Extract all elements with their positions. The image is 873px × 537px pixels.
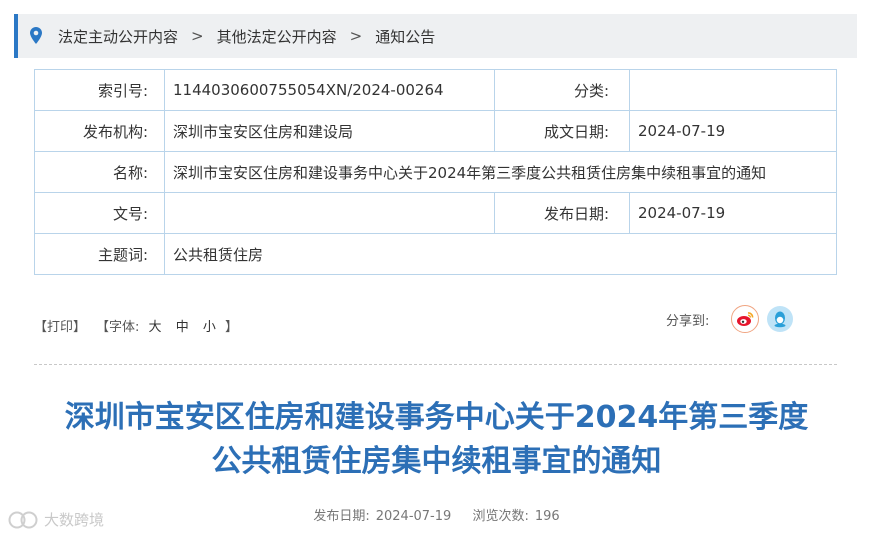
name-value: 深圳市宝安区住房和建设事务中心关于2024年第三季度公共租赁住房集中续租事宜的通… <box>164 151 837 193</box>
subject-label: 主题词: <box>34 233 165 275</box>
subject-value: 公共租赁住房 <box>164 233 837 275</box>
breadcrumb-item-other-content[interactable]: 其他法定公开内容 <box>217 26 337 47</box>
article-info: 发布日期: 2024-07-19 浏览次数: 196 <box>0 505 873 524</box>
location-pin-icon <box>30 27 44 45</box>
category-value <box>629 69 837 111</box>
views-label: 浏览次数: <box>472 509 529 524</box>
qq-icon[interactable] <box>767 306 794 332</box>
article-title-line1: 深圳市宝安区住房和建设事务中心关于2024年第三季度 <box>64 400 809 435</box>
font-size-prefix: 【字体: <box>96 319 140 335</box>
print-button[interactable]: 【打印】 <box>34 316 86 335</box>
publisher-value: 深圳市宝安区住房和建设局 <box>164 110 495 152</box>
chevron-right-icon: > <box>191 27 204 45</box>
document-meta-table: 索引号: 1144030600755054XN/2024-00264 分类: 发… <box>34 69 837 275</box>
article-date-label: 发布日期: <box>313 509 370 524</box>
index-label: 索引号: <box>34 69 165 111</box>
table-row: 发布机构: 深圳市宝安区住房和建设局 成文日期: 2024-07-19 <box>34 110 837 152</box>
font-medium-button[interactable]: 中 <box>176 320 189 335</box>
views-value: 196 <box>534 509 560 524</box>
article-title-line2: 公共租赁住房集中续租事宜的通知 <box>211 444 662 479</box>
chevron-right-icon: > <box>349 27 363 45</box>
publisher-label: 发布机构: <box>34 110 165 152</box>
pub-date-label: 发布日期: <box>494 192 630 234</box>
pub-date-value: 2024-07-19 <box>629 192 837 234</box>
name-label: 名称: <box>34 151 165 193</box>
table-row: 索引号: 1144030600755054XN/2024-00264 分类: <box>34 69 837 111</box>
made-date-value: 2024-07-19 <box>629 110 837 152</box>
watermark: 大数跨境 <box>8 509 104 530</box>
font-large-button[interactable]: 大 <box>149 320 162 335</box>
share-label: 分享到: <box>666 313 710 329</box>
article-date-value: 2024-07-19 <box>375 509 452 524</box>
article-title: 深圳市宝安区住房和建设事务中心关于2024年第三季度 公共租赁住房集中续租事宜的… <box>0 396 873 484</box>
breadcrumb-item-active-content[interactable]: 法定主动公开内容 <box>58 26 178 47</box>
doc-no-value <box>164 192 495 234</box>
table-row: 主题词: 公共租赁住房 <box>34 233 837 275</box>
made-date-label: 成文日期: <box>494 110 630 152</box>
category-label: 分类: <box>494 69 630 111</box>
doc-no-label: 文号: <box>34 192 165 234</box>
font-small-button[interactable]: 小 <box>203 320 216 335</box>
watermark-text: 大数跨境 <box>44 511 105 529</box>
font-size-controls: 【字体: 大 中 小 】 <box>96 316 238 335</box>
share-bar: 分享到: <box>666 305 794 333</box>
breadcrumb: 法定主动公开内容 > 其他法定公开内容 > 通知公告 <box>14 14 857 58</box>
index-value: 1144030600755054XN/2024-00264 <box>164 69 495 111</box>
divider <box>34 364 837 365</box>
table-row: 文号: 发布日期: 2024-07-19 <box>34 192 837 234</box>
weibo-icon[interactable] <box>731 305 760 333</box>
font-size-suffix: 】 <box>225 319 239 335</box>
watermark-logo-icon <box>8 511 38 528</box>
table-row: 名称: 深圳市宝安区住房和建设事务中心关于2024年第三季度公共租赁住房集中续租… <box>34 151 837 193</box>
breadcrumb-item-notices[interactable]: 通知公告 <box>375 26 435 47</box>
